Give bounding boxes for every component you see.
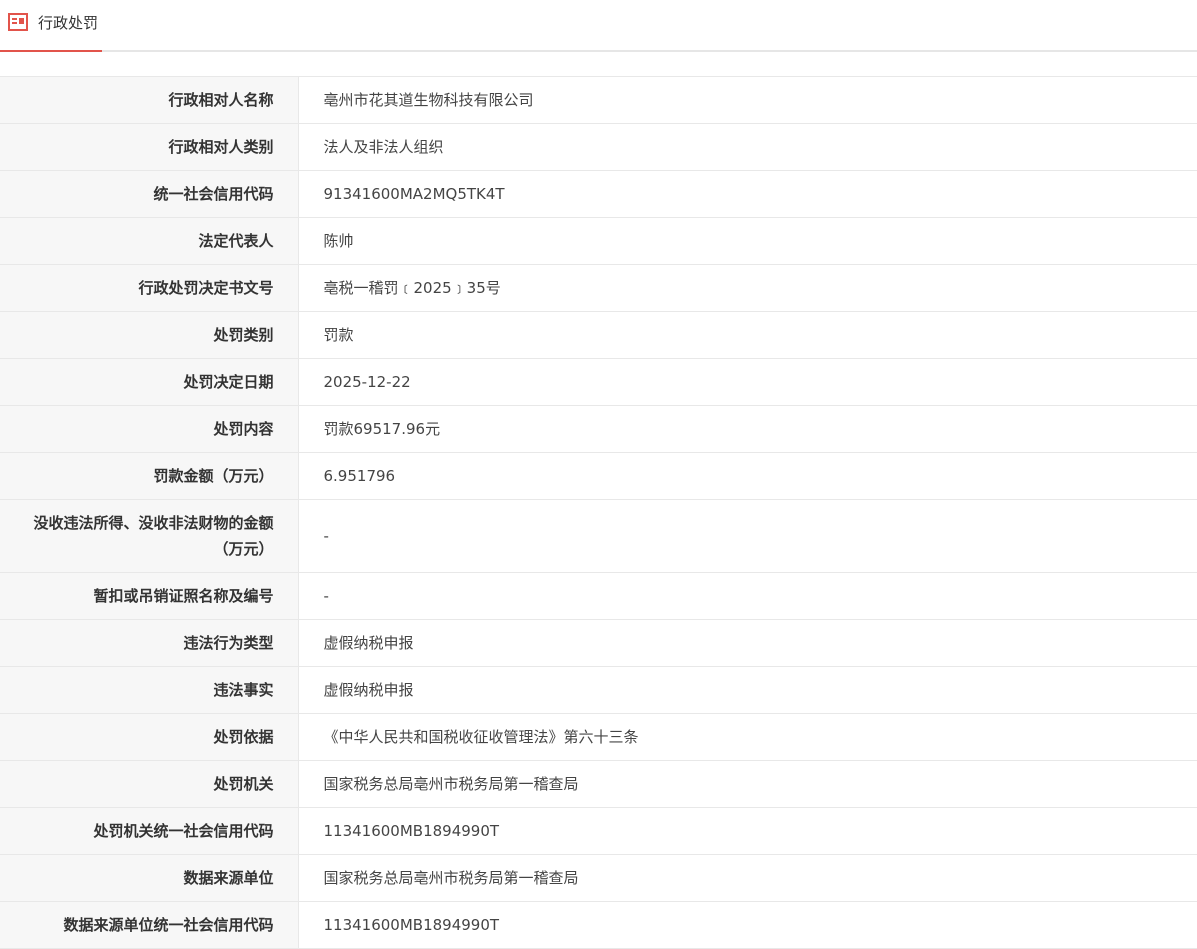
table-row: 处罚类别 罚款 bbox=[0, 311, 1197, 359]
table-row: 行政相对人名称 亳州市花其道生物科技有限公司 bbox=[0, 76, 1197, 124]
row-label: 数据来源单位统一社会信用代码 bbox=[0, 901, 299, 949]
table-row: 处罚机关 国家税务总局亳州市税务局第一稽查局 bbox=[0, 760, 1197, 808]
penalty-detail-table: 行政相对人名称 亳州市花其道生物科技有限公司 行政相对人类别 法人及非法人组织 … bbox=[0, 76, 1197, 949]
table-row: 数据来源单位统一社会信用代码 11341600MB1894990T bbox=[0, 901, 1197, 949]
table-row: 行政处罚决定书文号 亳税一稽罚﹝2025﹞35号 bbox=[0, 264, 1197, 312]
row-label: 法定代表人 bbox=[0, 217, 299, 265]
row-value: 虚假纳税申报 bbox=[298, 666, 1197, 714]
row-value: 91341600MA2MQ5TK4T bbox=[298, 170, 1197, 218]
table-row: 暂扣或吊销证照名称及编号 - bbox=[0, 572, 1197, 620]
row-label: 罚款金额（万元） bbox=[0, 452, 299, 500]
row-label: 处罚依据 bbox=[0, 713, 299, 761]
row-value: 2025-12-22 bbox=[298, 358, 1197, 406]
row-label: 处罚类别 bbox=[0, 311, 299, 359]
row-value: - bbox=[298, 572, 1197, 620]
tab-bar: 行政处罚 bbox=[0, 0, 1197, 52]
row-label: 处罚机关 bbox=[0, 760, 299, 808]
row-value: 国家税务总局亳州市税务局第一稽查局 bbox=[298, 760, 1197, 808]
row-value: 国家税务总局亳州市税务局第一稽查局 bbox=[298, 854, 1197, 902]
row-value: 罚款69517.96元 bbox=[298, 405, 1197, 453]
row-label: 处罚决定日期 bbox=[0, 358, 299, 406]
row-value: 罚款 bbox=[298, 311, 1197, 359]
row-label: 没收违法所得、没收非法财物的金额（万元） bbox=[0, 499, 299, 573]
row-value: - bbox=[298, 499, 1197, 573]
table-row: 法定代表人 陈帅 bbox=[0, 217, 1197, 265]
table-row: 数据来源单位 国家税务总局亳州市税务局第一稽查局 bbox=[0, 854, 1197, 902]
table-row: 统一社会信用代码 91341600MA2MQ5TK4T bbox=[0, 170, 1197, 218]
row-value: 法人及非法人组织 bbox=[298, 123, 1197, 171]
row-value: 6.951796 bbox=[298, 452, 1197, 500]
table-row: 没收违法所得、没收非法财物的金额（万元） - bbox=[0, 499, 1197, 573]
row-label: 行政处罚决定书文号 bbox=[0, 264, 299, 312]
table-row: 罚款金额（万元） 6.951796 bbox=[0, 452, 1197, 500]
table-row: 违法事实 虚假纳税申报 bbox=[0, 666, 1197, 714]
row-label: 违法事实 bbox=[0, 666, 299, 714]
row-label: 行政相对人类别 bbox=[0, 123, 299, 171]
table-row: 违法行为类型 虚假纳税申报 bbox=[0, 619, 1197, 667]
table-row: 处罚依据 《中华人民共和国税收征收管理法》第六十三条 bbox=[0, 713, 1197, 761]
row-value: 亳州市花其道生物科技有限公司 bbox=[298, 76, 1197, 124]
row-label: 暂扣或吊销证照名称及编号 bbox=[0, 572, 299, 620]
row-label: 违法行为类型 bbox=[0, 619, 299, 667]
document-list-icon bbox=[8, 13, 28, 31]
tab-administrative-penalty[interactable]: 行政处罚 bbox=[0, 0, 102, 52]
row-label: 处罚机关统一社会信用代码 bbox=[0, 807, 299, 855]
row-label: 处罚内容 bbox=[0, 405, 299, 453]
row-value: 亳税一稽罚﹝2025﹞35号 bbox=[298, 264, 1197, 312]
table-row: 处罚内容 罚款69517.96元 bbox=[0, 405, 1197, 453]
row-value: 《中华人民共和国税收征收管理法》第六十三条 bbox=[298, 713, 1197, 761]
row-value: 虚假纳税申报 bbox=[298, 619, 1197, 667]
row-label: 数据来源单位 bbox=[0, 854, 299, 902]
table-row: 处罚决定日期 2025-12-22 bbox=[0, 358, 1197, 406]
row-value: 11341600MB1894990T bbox=[298, 807, 1197, 855]
row-label: 统一社会信用代码 bbox=[0, 170, 299, 218]
tab-label: 行政处罚 bbox=[38, 13, 99, 32]
table-row: 行政相对人类别 法人及非法人组织 bbox=[0, 123, 1197, 171]
row-label: 行政相对人名称 bbox=[0, 76, 299, 124]
row-value: 陈帅 bbox=[298, 217, 1197, 265]
table-row: 处罚机关统一社会信用代码 11341600MB1894990T bbox=[0, 807, 1197, 855]
row-value: 11341600MB1894990T bbox=[298, 901, 1197, 949]
